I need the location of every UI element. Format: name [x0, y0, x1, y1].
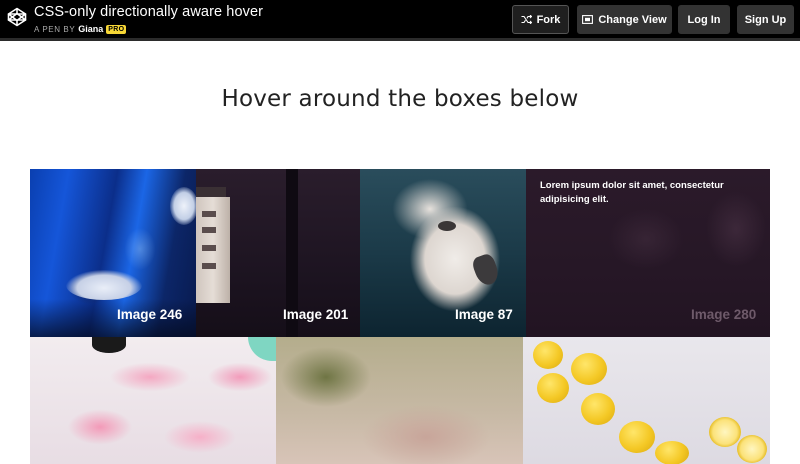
byline-prefix: A PEN BY	[34, 24, 76, 34]
pro-badge: PRO	[106, 24, 127, 34]
page-heading: Hover around the boxes below	[221, 86, 579, 112]
change-view-button[interactable]: Change View	[577, 5, 672, 34]
tile-image-detail	[170, 187, 196, 225]
tile-image-detail	[66, 270, 142, 300]
tile-image-detail	[533, 341, 563, 369]
pen-header: CSS-only directionally aware hover A PEN…	[0, 0, 800, 41]
tile-image-detail	[202, 245, 216, 251]
fork-icon	[521, 15, 532, 24]
tile-image-detail	[248, 337, 276, 361]
fork-label: Fork	[536, 13, 561, 26]
tile-label: Image 87	[455, 307, 513, 322]
fork-button[interactable]: Fork	[512, 5, 569, 34]
tile-image-detail	[709, 417, 741, 447]
image-tile-246[interactable]: Image 246	[30, 169, 196, 337]
change-view-icon	[582, 15, 594, 24]
pen-title[interactable]: CSS-only directionally aware hover	[34, 4, 263, 20]
tile-image-detail	[202, 211, 216, 217]
tile-image-detail	[581, 393, 615, 425]
tile-label: Image 280	[691, 307, 757, 322]
tile-image-detail	[438, 221, 456, 231]
pen-byline: A PEN BY Giana PRO	[34, 24, 127, 34]
tile-image-detail	[202, 263, 216, 269]
tile-label: Image 201	[283, 307, 349, 322]
login-label: Log In	[687, 13, 721, 26]
tile-image-detail	[92, 337, 126, 353]
tile-image-detail	[537, 373, 569, 403]
tile-label: Image 246	[117, 307, 183, 322]
signup-label: Sign Up	[744, 13, 787, 26]
tile-caption: Lorem ipsum dolor sit amet, consectetur …	[540, 180, 724, 205]
image-tile-280[interactable]: Lorem ipsum dolor sit amet, consectetur …	[526, 169, 770, 337]
tile-image-detail	[196, 187, 226, 197]
tile-image-detail	[655, 441, 689, 464]
tile-image-detail	[737, 435, 767, 463]
tile-image-detail	[202, 227, 216, 233]
image-tile-201[interactable]: Image 201	[196, 169, 360, 337]
tile-image-detail	[470, 252, 502, 288]
codepen-logo-icon[interactable]	[7, 7, 27, 27]
image-tile-grapes[interactable]	[276, 337, 523, 464]
image-tile-lemons[interactable]	[523, 337, 770, 464]
image-tile-sprinkles[interactable]	[30, 337, 276, 464]
signup-button[interactable]: Sign Up	[737, 5, 794, 34]
change-view-label: Change View	[598, 13, 667, 26]
tile-image-detail	[619, 421, 655, 453]
login-button[interactable]: Log In	[678, 5, 730, 34]
author-link[interactable]: Giana	[78, 24, 103, 34]
image-tile-87[interactable]: Image 87	[360, 169, 526, 337]
tile-image-detail	[571, 353, 607, 385]
